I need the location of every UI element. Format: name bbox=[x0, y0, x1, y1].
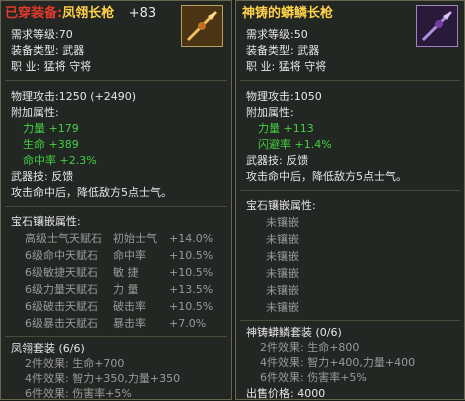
attr-header: 附加属性: bbox=[246, 106, 294, 119]
class-requirement: 职 业: 猛将 守将 bbox=[11, 60, 92, 73]
level-requirement: 需求等级:50 bbox=[246, 28, 308, 41]
divider bbox=[240, 320, 460, 321]
attr-row: 生命 +389 bbox=[23, 138, 79, 151]
sell-price: 出售价格: 4000 bbox=[246, 387, 326, 400]
item-name: 凤翎长枪 bbox=[62, 6, 115, 21]
set-effect: 2件效果: 生命+700 bbox=[25, 357, 125, 370]
gem-slot-empty: 未镶嵌 bbox=[266, 267, 299, 280]
gem-slot-empty: 未镶嵌 bbox=[266, 284, 299, 297]
attr-header: 附加属性: bbox=[11, 106, 59, 119]
equipped-tag: 已穿装备: bbox=[5, 6, 63, 21]
set-effect: 4件效果: 智力+400,力量+400 bbox=[260, 356, 416, 369]
skill-description: 攻击命中后，降低敌方5点士气。 bbox=[11, 186, 172, 199]
level-requirement: 需求等级:70 bbox=[11, 28, 73, 41]
gem-slot-empty: 未镶嵌 bbox=[266, 301, 299, 314]
spear-icon bbox=[181, 5, 223, 47]
gem-row: 6级暴击天赋石 暴击率 +7.0% bbox=[25, 317, 207, 330]
equip-type: 装备类型: 武器 bbox=[11, 44, 85, 57]
gem-slot-empty: 未镶嵌 bbox=[266, 216, 299, 229]
gem-row: 6级命中天赋石 命中率 +10.5% bbox=[25, 249, 214, 262]
class-requirement: 职 业: 猛将 守将 bbox=[246, 60, 327, 73]
set-effect: 4件效果: 智力+350,力量+350 bbox=[25, 372, 181, 385]
item-name: 神铸的蟒鳞长枪 bbox=[242, 6, 334, 21]
gem-row: 6级力量天赋石力 量 +13.5% bbox=[25, 283, 214, 296]
set-header: 神铸蟒鳞套装 (0/6) bbox=[246, 326, 342, 339]
gem-header: 宝石镶嵌属性: bbox=[11, 215, 81, 228]
divider bbox=[240, 80, 460, 81]
gem-row: 6级敏捷天赋石敏 捷 +10.5% bbox=[25, 266, 214, 279]
gem-row: 6级破击天赋石 破击率 +10.5% bbox=[25, 300, 214, 313]
item-compare-tooltip: 已穿装备:凤翎长枪 +83 需求等级:70 装备类型: 武器 职 业: 猛将 守… bbox=[0, 0, 465, 400]
divider bbox=[5, 80, 227, 81]
physical-attack: 物理攻击:1250 (+2490) bbox=[11, 90, 136, 103]
attr-row: 命中率 +2.3% bbox=[23, 154, 97, 167]
weapon-skill: 武器技: 反馈 bbox=[246, 154, 309, 167]
attr-row: 力量 +179 bbox=[23, 122, 79, 135]
attr-row: 闪避率 +1.4% bbox=[258, 138, 332, 151]
gem-row: 高级士气天赋石 初始士气 +14.0% bbox=[25, 232, 214, 245]
skill-description: 攻击命中后，降低敌方5点士气。 bbox=[246, 170, 407, 183]
gem-slot-empty: 未镶嵌 bbox=[266, 233, 299, 246]
gem-slot-empty: 未镶嵌 bbox=[266, 250, 299, 263]
equipped-item-panel: 已穿装备:凤翎长枪 +83 需求等级:70 装备类型: 武器 职 业: 猛将 守… bbox=[0, 0, 232, 400]
spear-icon bbox=[416, 5, 458, 47]
set-effect: 6件效果: 伤害率+5% bbox=[25, 387, 132, 400]
divider bbox=[240, 190, 460, 191]
set-effect: 2件效果: 生命+800 bbox=[260, 341, 360, 354]
equipped-title: 已穿装备:凤翎长枪 +83 bbox=[5, 7, 156, 21]
set-effect: 6件效果: 伤害率+5% bbox=[260, 371, 367, 384]
gem-header: 宝石镶嵌属性: bbox=[246, 199, 316, 212]
divider bbox=[5, 206, 227, 207]
upgrade-level: +83 bbox=[128, 6, 157, 21]
equip-type: 装备类型: 武器 bbox=[246, 44, 320, 57]
physical-attack: 物理攻击:1050 bbox=[246, 90, 322, 103]
weapon-skill: 武器技: 反馈 bbox=[11, 170, 74, 183]
set-header: 凤翎套装 (6/6) bbox=[11, 342, 85, 355]
attr-row: 力量 +113 bbox=[258, 122, 314, 135]
divider bbox=[5, 336, 227, 337]
compare-item-panel: 神铸的蟒鳞长枪 需求等级:50 装备类型: 武器 职 业: 猛将 守将 物理攻击… bbox=[235, 0, 465, 400]
